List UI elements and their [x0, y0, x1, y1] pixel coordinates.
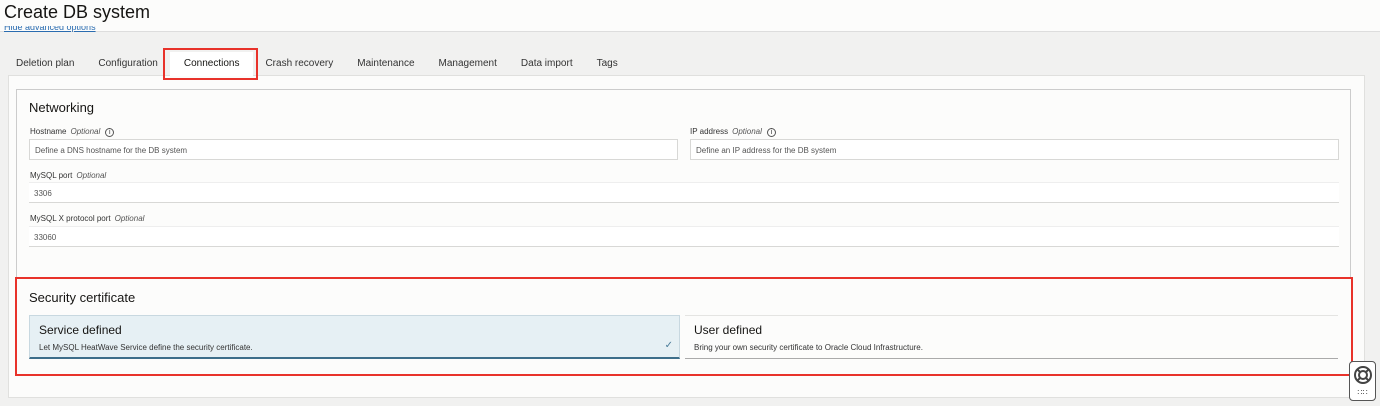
networking-title: Networking	[29, 100, 95, 115]
lifebuoy-icon	[1353, 366, 1372, 384]
optional-tag: Optional	[76, 171, 107, 180]
mysql-port-label-text: MySQL port	[30, 171, 73, 180]
optional-tag: Optional	[732, 127, 762, 136]
optional-tag: Optional	[114, 214, 145, 223]
security-certificate-highlight	[15, 277, 1353, 376]
info-icon[interactable]: i	[766, 128, 776, 137]
tab-maintenance[interactable]: Maintenance	[345, 52, 426, 76]
tab-crash-recovery[interactable]: Crash recovery	[253, 52, 345, 76]
page-header: Create DB system	[0, 0, 1380, 32]
info-icon[interactable]: i	[105, 128, 115, 137]
mysql-x-port-input[interactable]: 33060	[29, 226, 1339, 247]
page-title: Create DB system	[4, 2, 151, 22]
mysql-x-port-label-text: MySQL X protocol port	[30, 214, 111, 223]
grid-icon: ∷∷	[1357, 388, 1368, 397]
help-widget[interactable]: ∷∷	[1349, 361, 1376, 401]
hostname-label-text: Hostname	[30, 127, 67, 136]
tab-configuration[interactable]: Configuration	[86, 52, 169, 76]
mysql-port-label: MySQL port Optional	[30, 171, 106, 180]
tab-data-import[interactable]: Data import	[509, 52, 585, 76]
ip-address-label-text: IP address	[690, 127, 729, 136]
tab-deletion-plan[interactable]: Deletion plan	[0, 52, 86, 76]
connections-tab-highlight	[163, 48, 258, 80]
tab-bar: Deletion plan Configuration Connections …	[0, 52, 630, 76]
hostname-label: Hostname Optional i	[30, 127, 115, 137]
ip-address-label: IP address Optional i	[690, 127, 776, 137]
ip-address-input[interactable]: Define an IP address for the DB system	[690, 139, 1339, 160]
hostname-input[interactable]: Define a DNS hostname for the DB system	[29, 139, 678, 160]
tab-management[interactable]: Management	[427, 52, 509, 76]
tab-tags[interactable]: Tags	[585, 52, 630, 76]
hide-advanced-options-link[interactable]: Hide advanced options	[4, 26, 96, 33]
mysql-x-port-label: MySQL X protocol port Optional	[30, 214, 144, 223]
optional-tag: Optional	[70, 127, 101, 136]
mysql-port-input[interactable]: 3306	[29, 182, 1339, 203]
